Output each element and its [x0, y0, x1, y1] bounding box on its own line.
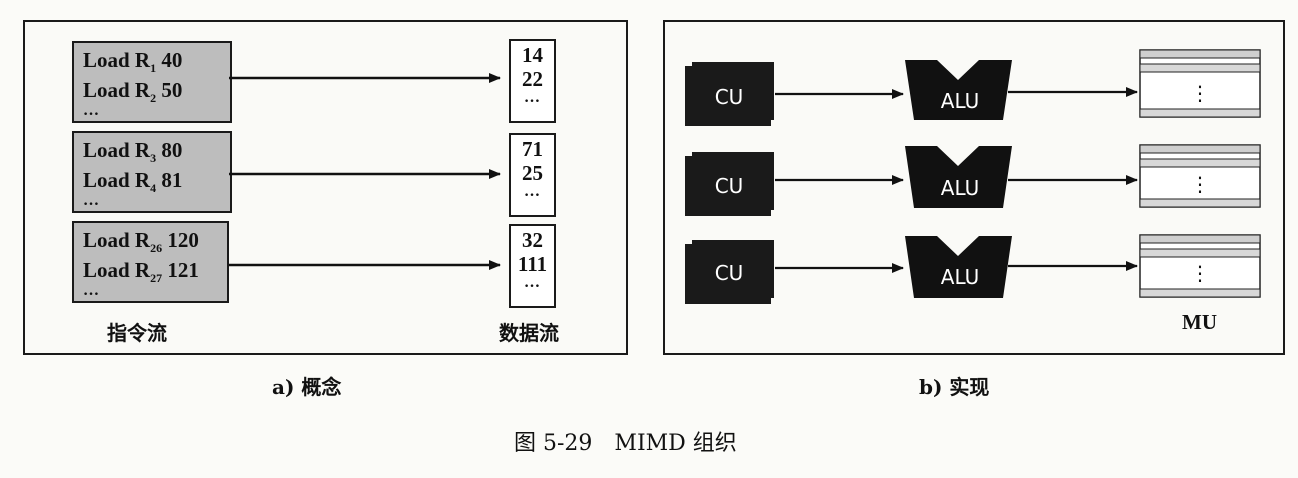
alu: ALU: [905, 60, 1012, 120]
concept-caption: a) 概念: [272, 375, 342, 399]
alu-label: ALU: [941, 89, 979, 113]
alu: ALU: [905, 146, 1012, 208]
figure-title: 图 5-29 MIMD 组织: [514, 431, 737, 456]
control-unit: CU: [685, 240, 774, 304]
control-unit: CU: [685, 152, 774, 216]
processor-row: CU ALU ⋮: [685, 234, 1261, 304]
memory-ellipsis: ⋮: [1190, 172, 1210, 196]
processor-row: CU ALU ⋮: [685, 144, 1261, 216]
control-unit: CU: [685, 62, 774, 126]
memory-unit: ⋮: [1139, 234, 1261, 298]
alu: ALU: [905, 236, 1012, 298]
diagram-graphics: CU ALU ⋮ CU ALU ⋮ CU ALU ⋮: [229, 49, 1261, 304]
cu-label: CU: [715, 85, 744, 109]
memory-unit: ⋮: [1139, 144, 1261, 208]
alu-label: ALU: [941, 265, 979, 289]
cu-label: CU: [715, 174, 744, 198]
processor-row: CU ALU ⋮: [685, 49, 1261, 126]
cu-label: CU: [715, 261, 744, 285]
memory-ellipsis: ⋮: [1190, 81, 1210, 105]
alu-label: ALU: [941, 176, 979, 200]
implementation-caption: b) 实现: [919, 375, 990, 399]
memory-ellipsis: ⋮: [1190, 261, 1210, 285]
memory-unit: ⋮: [1139, 49, 1261, 118]
